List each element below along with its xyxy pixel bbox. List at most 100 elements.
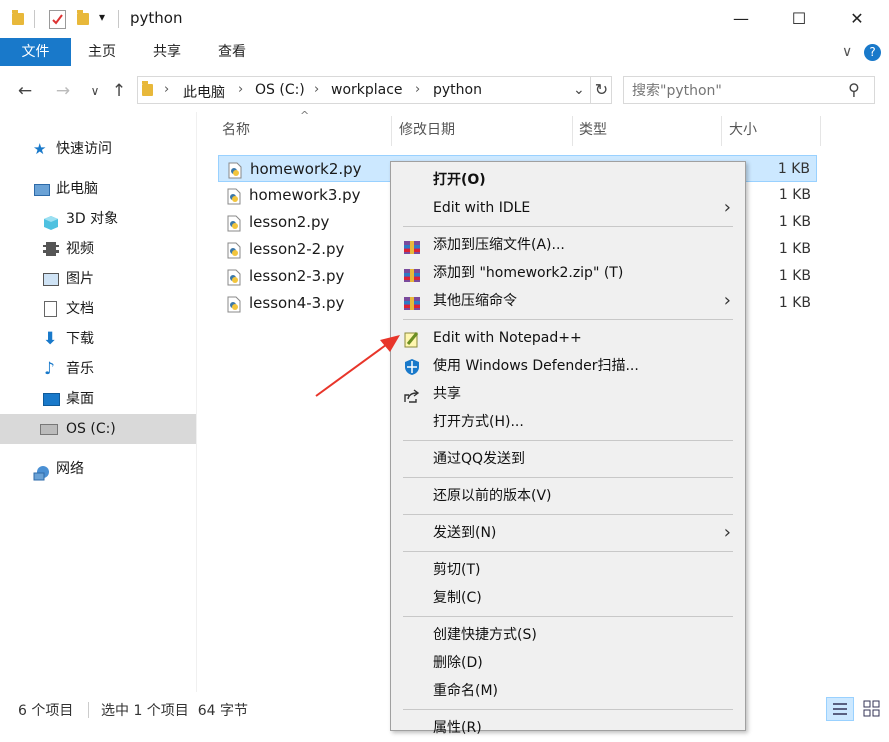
context-menu-item[interactable]: 发送到(N) › (391, 519, 745, 547)
menu-separator (403, 709, 733, 710)
menu-separator (403, 440, 733, 441)
nav-item-documents[interactable]: 文档 (0, 294, 196, 324)
nav-item-label: 音乐 (66, 361, 94, 377)
context-menu-item[interactable]: 共享 (391, 380, 745, 408)
help-icon[interactable]: ? (864, 44, 881, 61)
context-menu-item[interactable]: 创建快捷方式(S) (391, 621, 745, 649)
tab-share[interactable]: 共享 (153, 38, 181, 66)
properties-icon[interactable] (49, 10, 66, 29)
context-menu-item[interactable]: Edit with IDLE › (391, 194, 745, 222)
column-header-size[interactable]: 大小 (729, 116, 757, 144)
qat-dropdown-icon[interactable]: ▾ (99, 10, 105, 24)
maximize-button[interactable]: ☐ (776, 0, 822, 38)
up-button[interactable]: ↑ (108, 78, 130, 104)
nav-item-this-pc[interactable]: 此电脑 (0, 174, 196, 204)
context-menu-item[interactable]: 添加到 "homework2.zip" (T) (391, 259, 745, 287)
address-dropdown-icon[interactable]: ⌄ (573, 82, 585, 98)
python-file-icon (227, 187, 241, 205)
breadcrumb-chevron[interactable]: › (164, 82, 169, 97)
ribbon-expand-icon[interactable]: ∨ (842, 44, 852, 60)
file-name: lesson4-3.py (249, 294, 345, 312)
nav-item-pictures[interactable]: 图片 (0, 264, 196, 294)
breadcrumb-workplace[interactable]: workplace (331, 82, 403, 98)
nav-item-downloads[interactable]: ⬇ 下载 (0, 324, 196, 354)
context-menu-item[interactable]: 属性(R) (391, 714, 745, 742)
file-size: 1 KB (777, 161, 810, 177)
context-menu-item[interactable]: 删除(D) (391, 649, 745, 677)
column-header-name[interactable]: 名称 (222, 116, 250, 144)
search-input[interactable] (630, 80, 844, 102)
file-size: 1 KB (778, 268, 811, 284)
nav-item-music[interactable]: ♪ 音乐 (0, 354, 196, 384)
forward-button[interactable]: → (52, 78, 74, 104)
nav-item-label: OS (C:) (66, 421, 116, 437)
breadcrumb-chevron[interactable]: › (415, 82, 420, 97)
context-menu-item[interactable]: 添加到压缩文件(A)... (391, 231, 745, 259)
nav-item-desktop[interactable]: 桌面 (0, 384, 196, 414)
column-divider[interactable] (572, 116, 573, 146)
context-menu-item[interactable]: 通过QQ发送到 (391, 445, 745, 473)
sort-ascending-icon: ^ (300, 109, 310, 122)
column-divider[interactable] (721, 116, 722, 146)
column-header-type[interactable]: 类型 (579, 116, 607, 144)
file-name: homework2.py (250, 160, 362, 178)
column-divider[interactable] (820, 116, 821, 146)
submenu-arrow-icon: › (723, 197, 731, 218)
context-menu-item[interactable]: Edit with Notepad++ (391, 324, 745, 352)
context-menu-item[interactable]: 复制(C) (391, 584, 745, 612)
context-menu-item[interactable]: 打开(O) (391, 166, 745, 194)
new-folder-icon[interactable] (77, 10, 89, 25)
breadcrumb-drive[interactable]: OS (C:) (255, 82, 305, 98)
video-icon (43, 242, 59, 256)
archive-icon (403, 293, 421, 310)
minimize-button[interactable]: — (718, 0, 764, 38)
file-size: 1 KB (778, 241, 811, 257)
tab-home[interactable]: 主页 (88, 38, 116, 66)
file-size: 1 KB (778, 295, 811, 311)
computer-icon (34, 184, 50, 196)
tab-file[interactable]: 文件 (0, 38, 71, 66)
large-icons-view-button[interactable] (859, 697, 885, 721)
column-divider[interactable] (391, 116, 392, 146)
back-button[interactable]: ← (14, 78, 36, 104)
context-menu-item[interactable]: 剪切(T) (391, 556, 745, 584)
context-menu-item[interactable]: 还原以前的版本(V) (391, 482, 745, 510)
nav-item-label: 下载 (66, 331, 94, 347)
search-icon[interactable]: ⚲ (848, 80, 860, 99)
archive-icon (403, 237, 421, 254)
status-selection: 选中 1 个项目 64 字节 (101, 703, 248, 719)
context-menu-item[interactable]: 使用 Windows Defender扫描... (391, 352, 745, 380)
context-menu-item[interactable]: 重命名(M) (391, 677, 745, 705)
menu-item-label: 复制(C) (433, 590, 482, 606)
breadcrumb-chevron[interactable]: › (238, 82, 243, 97)
tab-view[interactable]: 查看 (218, 38, 246, 66)
python-file-icon (227, 295, 241, 313)
nav-item-label: 网络 (56, 461, 84, 477)
breadcrumb-this-pc[interactable]: 此电脑 (183, 82, 225, 102)
python-file-icon (228, 161, 242, 179)
python-file-icon (227, 241, 241, 259)
submenu-arrow-icon: › (723, 290, 731, 311)
menu-separator (403, 226, 733, 227)
column-header-modified[interactable]: 修改日期 (399, 116, 455, 144)
window-title: python (130, 9, 183, 27)
menu-item-label: 添加到压缩文件(A)... (433, 237, 565, 253)
file-name: homework3.py (249, 186, 361, 204)
drive-icon (40, 424, 58, 435)
nav-item-os-c[interactable]: OS (C:) (0, 414, 196, 444)
nav-item-network[interactable]: 网络 (0, 454, 196, 484)
file-name: lesson2.py (249, 213, 330, 231)
breadcrumb-chevron[interactable]: › (314, 82, 319, 97)
recent-locations-icon[interactable]: ∨ (84, 78, 106, 104)
breadcrumb-python[interactable]: python (433, 82, 482, 98)
context-menu-item[interactable]: 打开方式(H)... (391, 408, 745, 436)
nav-item-3d-objects[interactable]: 3D 对象 (0, 204, 196, 234)
close-button[interactable]: ✕ (834, 0, 880, 38)
context-menu-item[interactable]: 其他压缩命令 › (391, 287, 745, 315)
nav-item-quick-access[interactable]: ★ 快速访问 (0, 134, 196, 164)
details-view-button[interactable] (826, 697, 854, 721)
refresh-button[interactable]: ↻ (590, 76, 612, 104)
file-name: lesson2-3.py (249, 267, 345, 285)
nav-item-videos[interactable]: 视频 (0, 234, 196, 264)
nav-item-label: 视频 (66, 241, 94, 257)
